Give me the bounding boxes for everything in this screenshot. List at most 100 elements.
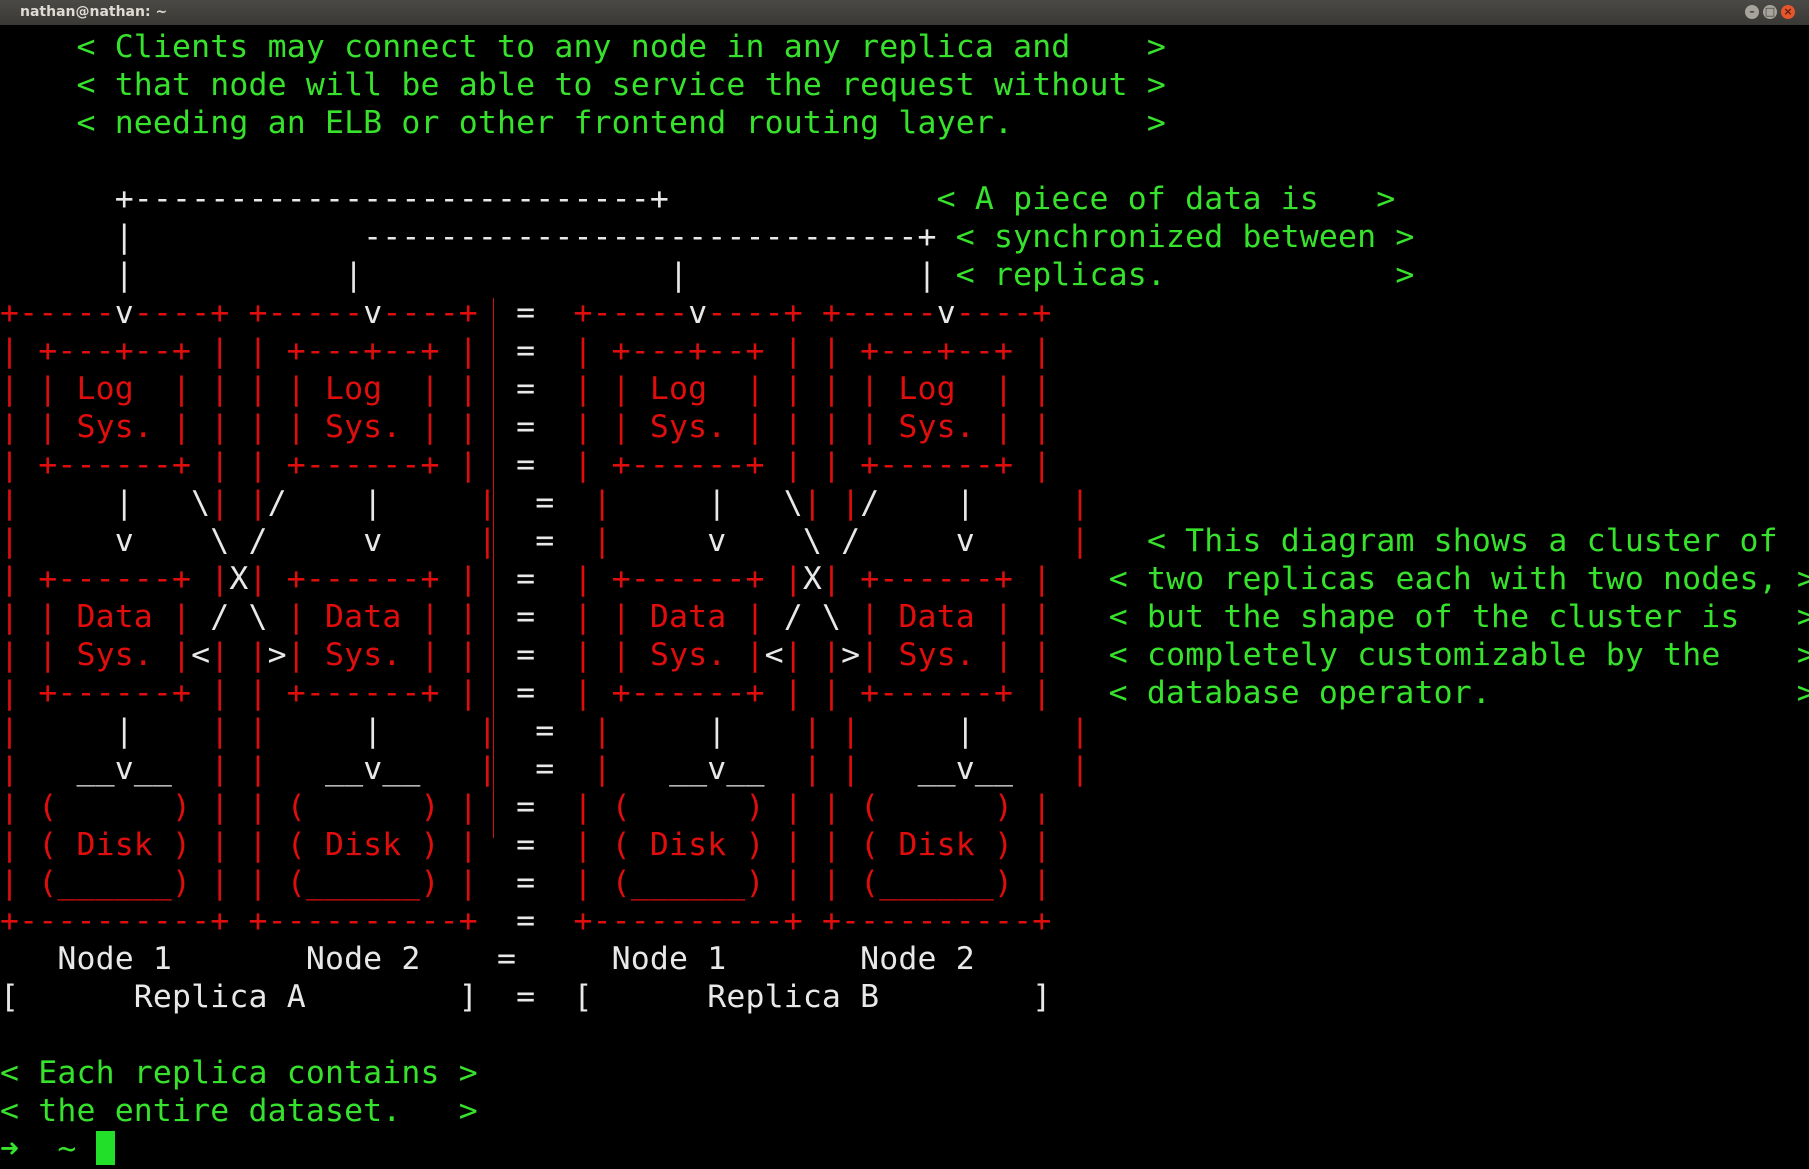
terminal-text: | [955, 713, 975, 749]
maximize-icon[interactable]: □ [1763, 5, 1777, 19]
terminal-text: | +------+ | | +------+ | [573, 447, 1052, 483]
terminal-text: | (______) | | (______) | [573, 865, 1052, 901]
terminal-text: < Clients may connect to any node in any… [0, 29, 1166, 65]
terminal-line: < needing an ELB or other frontend routi… [0, 104, 1809, 142]
terminal-text: | | Log | | | | Log | | [0, 371, 478, 407]
terminal-text: [ Replica A ] = [ Replica B ] [0, 979, 1052, 1015]
terminal-line: | | \| |/ | | = | | \| |/ | | [0, 484, 1809, 522]
terminal-text: | +------+ | [248, 561, 478, 597]
terminal-text: | Data | | [267, 599, 478, 635]
terminal-line: +---------------------------+ < A piece … [0, 180, 1809, 218]
terminal-text: | ( Disk ) | | ( Disk ) | [573, 827, 1052, 863]
terminal-text: | | Sys. | | | | Sys. | | [0, 409, 478, 445]
terminal-line: [ Replica A ] = [ Replica B ] [0, 978, 1809, 1016]
terminal-text: +----------+ +----------+ [0, 903, 478, 939]
terminal-text: | +---+--+ | | +---+--+ | [573, 333, 1052, 369]
terminal-text: ----+ +----- [707, 295, 937, 331]
terminal-text: | (______) | | (______) | [0, 865, 478, 901]
terminal-text: | +---+--+ | | +---+--+ | [0, 333, 478, 369]
terminal-line: < that node will be able to service the … [0, 66, 1809, 104]
terminal-text: | [382, 713, 498, 749]
terminal-text: | Data | | [841, 599, 1109, 635]
terminal-text: | | [802, 485, 861, 521]
terminal-text: X [802, 561, 822, 597]
terminal-text: __v__ [669, 751, 765, 787]
terminal-text: | \ [114, 485, 211, 521]
terminal-text: | ( Disk ) | | ( Disk ) | [0, 827, 478, 863]
terminal-text: | +------+ | | +------+ | [0, 447, 478, 483]
terminal-text: | +------+ | | +------+ | [0, 675, 478, 711]
window-title: nathan@nathan: ~ [20, 4, 168, 20]
replica-divider [493, 298, 494, 838]
terminal-text: | [592, 523, 708, 559]
terminal-text: = [477, 865, 574, 901]
terminal-text: | [974, 485, 1090, 521]
terminal-line: Node 1 Node 2 = Node 1 Node 2 [0, 940, 1809, 978]
terminal-text: __v__ [76, 751, 173, 787]
terminal-text: +----- [0, 295, 115, 331]
terminal-text: | | Log | | | | Log | | [573, 371, 1052, 407]
terminal-line: | __v__ | | __v__ | = | __v__ | | __v__ … [0, 750, 1809, 788]
terminal-line: | +---+--+ | | +---+--+ | = | +---+--+ |… [0, 332, 1809, 370]
terminal-text: / \ [210, 599, 268, 635]
terminal-line: | ( Disk ) | | ( Disk ) | = | ( Disk ) |… [0, 826, 1809, 864]
terminal-line: | +------+ |X| +------+ | = | +------+ |… [0, 560, 1809, 598]
terminal-line: | | Log | | | | Log | | = | | Log | | | … [0, 370, 1809, 408]
terminal-text: | [0, 523, 115, 559]
terminal-text: | [592, 713, 708, 749]
terminal-text: | | Sys. | | | | Sys. | | [573, 409, 1052, 445]
terminal-text: | +------+ | [0, 561, 230, 597]
terminal-text: = [497, 485, 593, 521]
terminal-text: < the entire dataset. > [0, 1093, 478, 1129]
terminal-line: +-----v----+ +-----v----+ = +-----v----+… [0, 294, 1809, 332]
terminal-line: | ( ) | | ( ) | = | ( ) | | ( ) | [0, 788, 1809, 826]
terminal-text: | Sys. | | [286, 637, 478, 673]
terminal-text: v [363, 295, 383, 331]
terminal-text: < synchronized between > [955, 219, 1415, 255]
terminal-line: < Clients may connect to any node in any… [0, 28, 1809, 66]
terminal-text: Node 1 Node 2 = Node 1 Node 2 [0, 941, 975, 977]
terminal-text: / | [267, 485, 383, 521]
terminal-text: | +------+ | [822, 561, 1109, 597]
terminal-text: < database operator. > [1108, 675, 1809, 711]
terminal-text: | | Data | [573, 599, 784, 635]
terminal-line: | -----------------------------+ < synch… [0, 218, 1809, 256]
terminal-text: | [114, 713, 134, 749]
terminal-line: | | Sys. |<| |>| Sys. | | = | | Sys. |<|… [0, 636, 1809, 674]
terminal-text: / | [860, 485, 975, 521]
terminal-text: < [191, 637, 211, 673]
terminal-text: / \ [783, 599, 842, 635]
terminal-text: = [497, 523, 593, 559]
terminal-text: +----- [573, 295, 689, 331]
terminal-text: | [0, 713, 115, 749]
terminal-text: | [592, 485, 708, 521]
terminal-text: | | Sys. | [0, 637, 192, 673]
terminal-text: | ( ) | | ( ) | [0, 789, 478, 825]
window-titlebar[interactable]: nathan@nathan: ~ – □ × [0, 0, 1809, 25]
terminal-line: | | Sys. | | | | Sys. | | = | | Sys. | |… [0, 408, 1809, 446]
terminal-text: < two replicas each with two nodes, > [1108, 561, 1809, 597]
terminal-text: | [363, 713, 383, 749]
terminal-text: | [420, 751, 498, 787]
terminal-screen[interactable]: < Clients may connect to any node in any… [0, 28, 1809, 1169]
terminal-text: | | [133, 713, 364, 749]
terminal-line: | (______) | | (______) | = | (______) |… [0, 864, 1809, 902]
minimize-icon[interactable]: – [1745, 5, 1759, 19]
terminal-text: | [707, 713, 727, 749]
terminal-text: +---------------------------+ [0, 181, 937, 217]
terminal-text: | | Sys. | [573, 637, 765, 673]
terminal-line: < Each replica contains > [0, 1054, 1809, 1092]
terminal-text: | \ [707, 485, 803, 521]
terminal-text: | [974, 713, 1090, 749]
terminal-line: +----------+ +----------+ = +----------+… [0, 902, 1809, 940]
terminal-text: > [267, 637, 287, 673]
terminal-text: | | [726, 713, 956, 749]
close-icon[interactable]: × [1781, 5, 1795, 19]
terminal-text: v [936, 295, 956, 331]
text-cursor[interactable] [95, 1131, 115, 1165]
shell-prompt[interactable]: ➜ ~ [0, 1130, 1809, 1168]
terminal-text: = [497, 751, 593, 787]
terminal-text: = [497, 713, 593, 749]
terminal-line: | | | | < replicas. > [0, 256, 1809, 294]
terminal-text: | [382, 523, 498, 559]
